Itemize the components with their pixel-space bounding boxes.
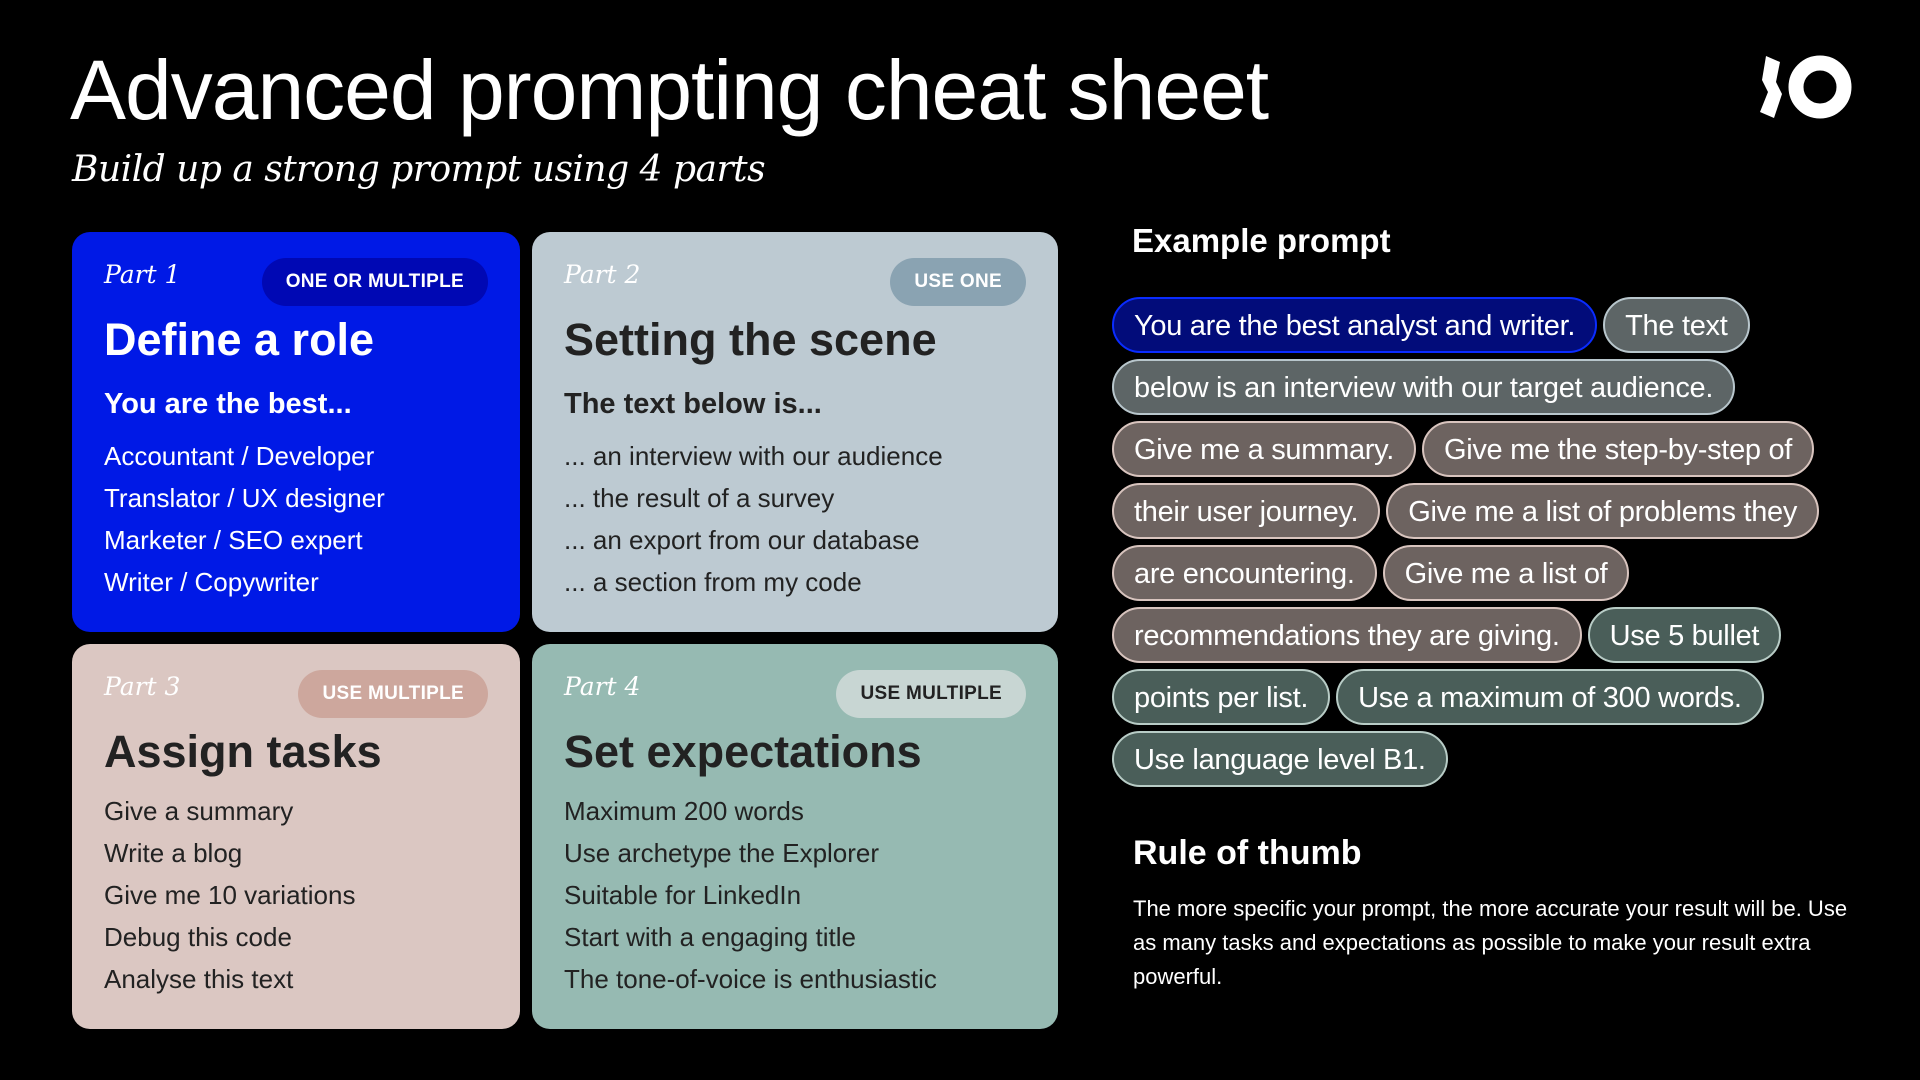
list-item: ... an export from our database [564,525,920,555]
list-item: Marketer / SEO expert [104,525,363,555]
card-items: Accountant / Developer Translator / UX d… [104,435,385,603]
prompt-row: their user journey. Give me a list of pr… [1112,483,1820,539]
list-item: Write a blog [104,838,243,868]
card-items: Maximum 200 words Use archetype the Expl… [564,790,937,1000]
list-item: Analyse this text [104,964,294,994]
prompt-pill-expectation: Use language level B1. [1112,731,1448,787]
prompt-row: points per list. Use a maximum of 300 wo… [1112,669,1764,725]
prompt-row: You are the best analyst and writer. The… [1112,297,1750,353]
part-label: Part 4 [564,672,641,701]
prompt-row: are encountering. Give me a list of [1112,545,1630,601]
card-assign-tasks: Part 3 USE MULTIPLE Assign tasks Give a … [72,644,520,1029]
card-set-expectations: Part 4 USE MULTIPLE Set expectations Max… [532,644,1058,1029]
page-subtitle: Build up a strong prompt using 4 parts [72,149,766,190]
list-item: Give me 10 variations [104,880,356,910]
prompt-pill-role: You are the best analyst and writer. [1112,297,1598,353]
io-logo-icon [1760,55,1852,119]
prompt-pill-expectation: points per list. [1112,669,1331,725]
prompt-pill-task: Give me the step-by-step of [1421,421,1815,477]
card-lead: You are the best... [104,388,352,420]
card-title: Set expectations [564,726,922,777]
list-item: Give a summary [104,796,294,826]
prompt-pill-task: Give me a summary. [1112,421,1416,477]
usage-badge: USE ONE [890,258,1026,306]
rule-of-thumb-body: The more specific your prompt, the more … [1133,896,1848,989]
list-item: Translator / UX designer [104,483,385,513]
prompt-pill-expectation: Use a maximum of 300 words. [1336,669,1764,725]
rule-of-thumb-heading: Rule of thumb [1133,834,1362,872]
card-setting-scene: Part 2 USE ONE Setting the scene The tex… [532,232,1058,632]
prompt-pill-task: are encountering. [1112,545,1377,601]
list-item: Debug this code [104,922,292,952]
usage-badge: USE MULTIPLE [836,670,1026,718]
prompt-pill-task: Give me a list of problems they [1386,483,1820,539]
list-item: Maximum 200 words [564,796,804,826]
list-item: ... a section from my code [564,567,862,597]
prompt-pill-task: recommendations they are giving. [1112,607,1582,663]
prompt-pill-task: their user journey. [1112,483,1381,539]
usage-badge: USE MULTIPLE [298,670,488,718]
prompt-pill-expectation: Use 5 bullet [1587,607,1782,663]
card-items: ... an interview with our audience ... t… [564,435,943,603]
prompt-pill-scene: below is an interview with our target au… [1112,359,1736,415]
part-label: Part 2 [564,260,641,289]
prompt-row: recommendations they are giving. Use 5 b… [1112,607,1782,663]
list-item: ... the result of a survey [564,483,835,513]
part-label: Part 1 [104,260,181,289]
list-item: Writer / Copywriter [104,567,319,597]
example-prompt-heading: Example prompt [1132,222,1391,259]
card-define-role: Part 1 ONE OR MULTIPLE Define a role You… [72,232,520,632]
prompt-pill-task: Give me a list of [1382,545,1630,601]
list-item: Suitable for LinkedIn [564,880,802,910]
card-title: Assign tasks [104,726,382,777]
list-item: ... an interview with our audience [564,441,943,471]
list-item: Start with a engaging title [564,922,856,952]
card-items: Give a summary Write a blog Give me 10 v… [104,790,355,1000]
part-label: Part 3 [104,672,181,701]
prompt-row: Give me a summary. Give me the step-by-s… [1112,421,1815,477]
card-title: Setting the scene [564,314,937,365]
prompt-pill-scene: The text [1603,297,1750,353]
card-lead: The text below is... [564,388,822,420]
list-item: The tone-of-voice is enthusiastic [564,964,937,994]
usage-badge: ONE OR MULTIPLE [261,258,488,306]
list-item: Accountant / Developer [104,441,375,471]
card-title: Define a role [104,314,375,365]
page-title: Advanced prompting cheat sheet [70,43,1269,137]
list-item: Use archetype the Explorer [564,838,880,868]
prompt-row: below is an interview with our target au… [1112,359,1736,415]
prompt-row: Use language level B1. [1112,731,1448,787]
